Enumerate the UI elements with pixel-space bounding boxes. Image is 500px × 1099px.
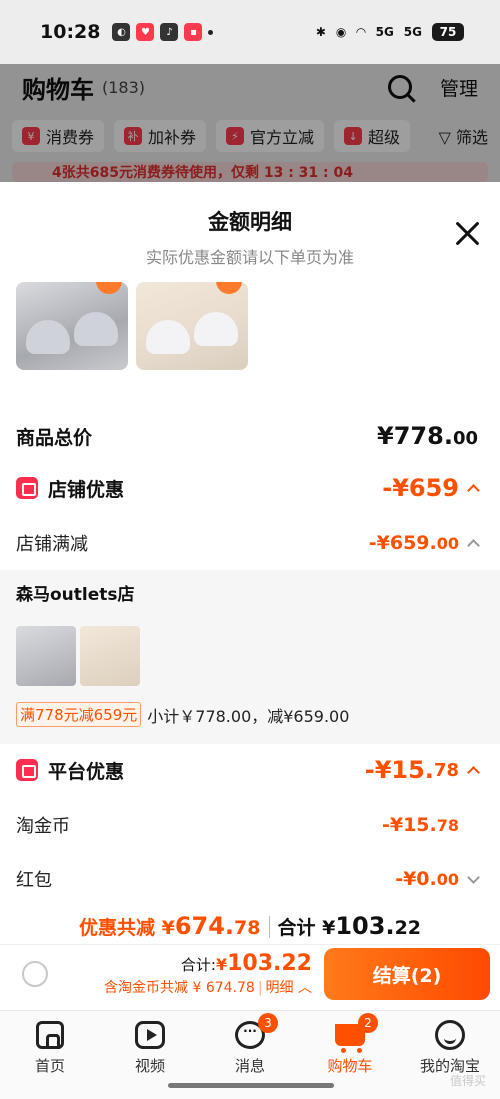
system-icons: ✱ ◉ ◠ 5G 5G 75: [316, 23, 464, 41]
more-notifications-icon: [208, 29, 214, 35]
promo-tag: 满778元减659元: [16, 702, 142, 727]
chevron-up-icon: [467, 538, 480, 552]
video-icon: [135, 1021, 165, 1049]
tiktok-icon: ♪: [160, 23, 179, 41]
chevron-down-icon: [467, 870, 480, 884]
redpacket-amount: -¥0. 00: [395, 868, 480, 890]
status-time: 10:28: [40, 21, 101, 43]
location-icon: ◉: [335, 25, 347, 39]
sheet-subtitle: 实际优惠金额请以下单页为准: [145, 248, 354, 267]
detail-link[interactable]: 明细: [266, 980, 294, 996]
total-discount: 优惠共减 ¥674.78: [78, 912, 261, 940]
platform-discount-row[interactable]: 平台优惠 -¥15. 78: [16, 756, 480, 784]
product-image: [80, 626, 140, 686]
divider: [268, 916, 270, 938]
price-detail-sheet: 金额明细 实际优惠金额请以下单页为准 商品总价 ¥778.00 店铺优惠 -¥6…: [0, 182, 500, 1010]
store-discount-row[interactable]: 店铺优惠 -¥659: [16, 474, 480, 502]
profile-icon: [435, 1020, 465, 1050]
taojinbi-row: 淘金币 -¥15. 78: [16, 812, 478, 838]
chevron-up-icon: [467, 483, 480, 497]
shop-detail-block: 森马outlets店 满778元减659元 小计￥778.00，减¥659.00: [0, 570, 500, 744]
checkout-bar: 合计:¥103.22 含淘金币共减 ¥ 674.78 | 明细 ︿ 结算(2): [0, 944, 500, 1010]
cart-badge: 2: [358, 1013, 378, 1033]
chevron-up-icon: [467, 765, 480, 779]
product-image: [16, 282, 128, 370]
select-all-checkbox[interactable]: [22, 961, 48, 987]
close-icon[interactable]: [454, 220, 480, 246]
detail-line[interactable]: 含淘金币共减 ¥ 674.78 | 明细 ︿: [104, 977, 312, 997]
total-box: 合计:¥103.22 含淘金币共减 ¥ 674.78 | 明细 ︿: [104, 951, 312, 997]
grand-total: 合计 ¥103.22: [277, 912, 422, 940]
modal-overlay[interactable]: [0, 64, 500, 182]
taojinbi-amount: -¥15. 78: [381, 814, 459, 836]
message-badge: 3: [258, 1013, 278, 1033]
total-line: 合计:¥103.22: [180, 951, 312, 976]
platform-icon: [16, 759, 38, 781]
product-image: [16, 626, 76, 686]
shop-subtotal: 小计￥778.00，减¥659.00: [147, 706, 350, 726]
goods-total-label: 商品总价: [16, 426, 93, 449]
redpacket-row[interactable]: 红包 -¥0. 00: [16, 866, 480, 892]
store-fullreduction-amount: -¥659. 00: [369, 532, 480, 554]
notification-icons: ◐ ♥ ♪ ▪: [112, 23, 214, 41]
shop-product-images: [16, 626, 140, 686]
home-indicator[interactable]: [168, 1083, 334, 1088]
summary-strip: 优惠共减 ¥674.78 合计 ¥103.22: [0, 904, 500, 944]
taojinbi-label: 淘金币: [16, 816, 70, 837]
store-icon: [16, 477, 38, 499]
goods-total-amount: ¥778.00: [377, 422, 478, 450]
shop-promo-line: 满778元减659元 小计￥778.00，减¥659.00: [16, 702, 349, 727]
bluetooth-icon: ✱: [315, 25, 326, 39]
checkout-button[interactable]: 结算(2): [324, 948, 490, 1000]
store-fullreduction-label: 店铺满减: [16, 534, 88, 555]
app-notification-icon: ▪: [184, 23, 203, 41]
platform-discount-label: 平台优惠: [48, 760, 125, 783]
app-notification-icon: ◐: [112, 23, 131, 41]
store-fullreduction-row[interactable]: 店铺满减 -¥659. 00: [16, 530, 480, 556]
store-discount-label: 店铺优惠: [48, 478, 125, 501]
product-image: [136, 282, 248, 370]
redpacket-label: 红包: [16, 870, 52, 891]
platform-discount-amount: -¥15. 78: [365, 756, 480, 784]
app-notification-icon: ♥: [136, 23, 155, 41]
signal-icon-2: 5G: [403, 25, 422, 39]
battery-icon: 75: [432, 23, 464, 41]
status-bar: 10:28 ◐ ♥ ♪ ▪ ✱ ◉ ◠ 5G 5G 75: [0, 0, 500, 64]
watermark: 值得买: [449, 1074, 486, 1088]
wifi-icon: ◠: [356, 25, 366, 39]
product-thumbnails: [16, 282, 248, 370]
chevron-up-icon: ︿: [298, 980, 312, 996]
home-icon: [36, 1021, 64, 1049]
sheet-title: 金额明细: [208, 210, 292, 234]
store-discount-amount: -¥659: [382, 474, 480, 502]
signal-icon: 5G: [375, 25, 394, 39]
shop-name: 森马outlets店: [16, 585, 135, 605]
tab-home[interactable]: 首页: [0, 1011, 100, 1099]
goods-total-row: 商品总价 ¥778.00: [16, 422, 478, 450]
